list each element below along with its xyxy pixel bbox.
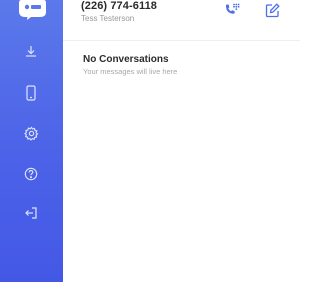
main-panel: (226) 774-6118 Tess Testerson No Convers… xyxy=(63,0,300,282)
empty-state: No Conversations Your messages will live… xyxy=(83,54,177,76)
help-icon[interactable] xyxy=(22,165,40,183)
empty-state-title: No Conversations xyxy=(83,54,169,65)
bottom-margin xyxy=(0,282,300,297)
app-window: (226) 774-6118 Tess Testerson No Convers… xyxy=(0,0,300,297)
sidebar xyxy=(0,0,63,282)
logout-icon[interactable] xyxy=(22,204,40,222)
user-name: Tess Testerson xyxy=(81,14,135,23)
phone-number: (226) 774-6118 xyxy=(81,0,158,12)
download-icon[interactable] xyxy=(22,42,40,60)
compose-icon[interactable] xyxy=(263,2,281,18)
phone-dialpad-icon[interactable] xyxy=(223,2,241,18)
textnow-logo[interactable] xyxy=(19,0,46,20)
gear-icon[interactable] xyxy=(22,124,40,142)
empty-state-subtitle: Your messages will live here xyxy=(83,67,178,76)
header: (226) 774-6118 Tess Testerson xyxy=(63,0,300,41)
device-icon[interactable] xyxy=(22,84,40,102)
